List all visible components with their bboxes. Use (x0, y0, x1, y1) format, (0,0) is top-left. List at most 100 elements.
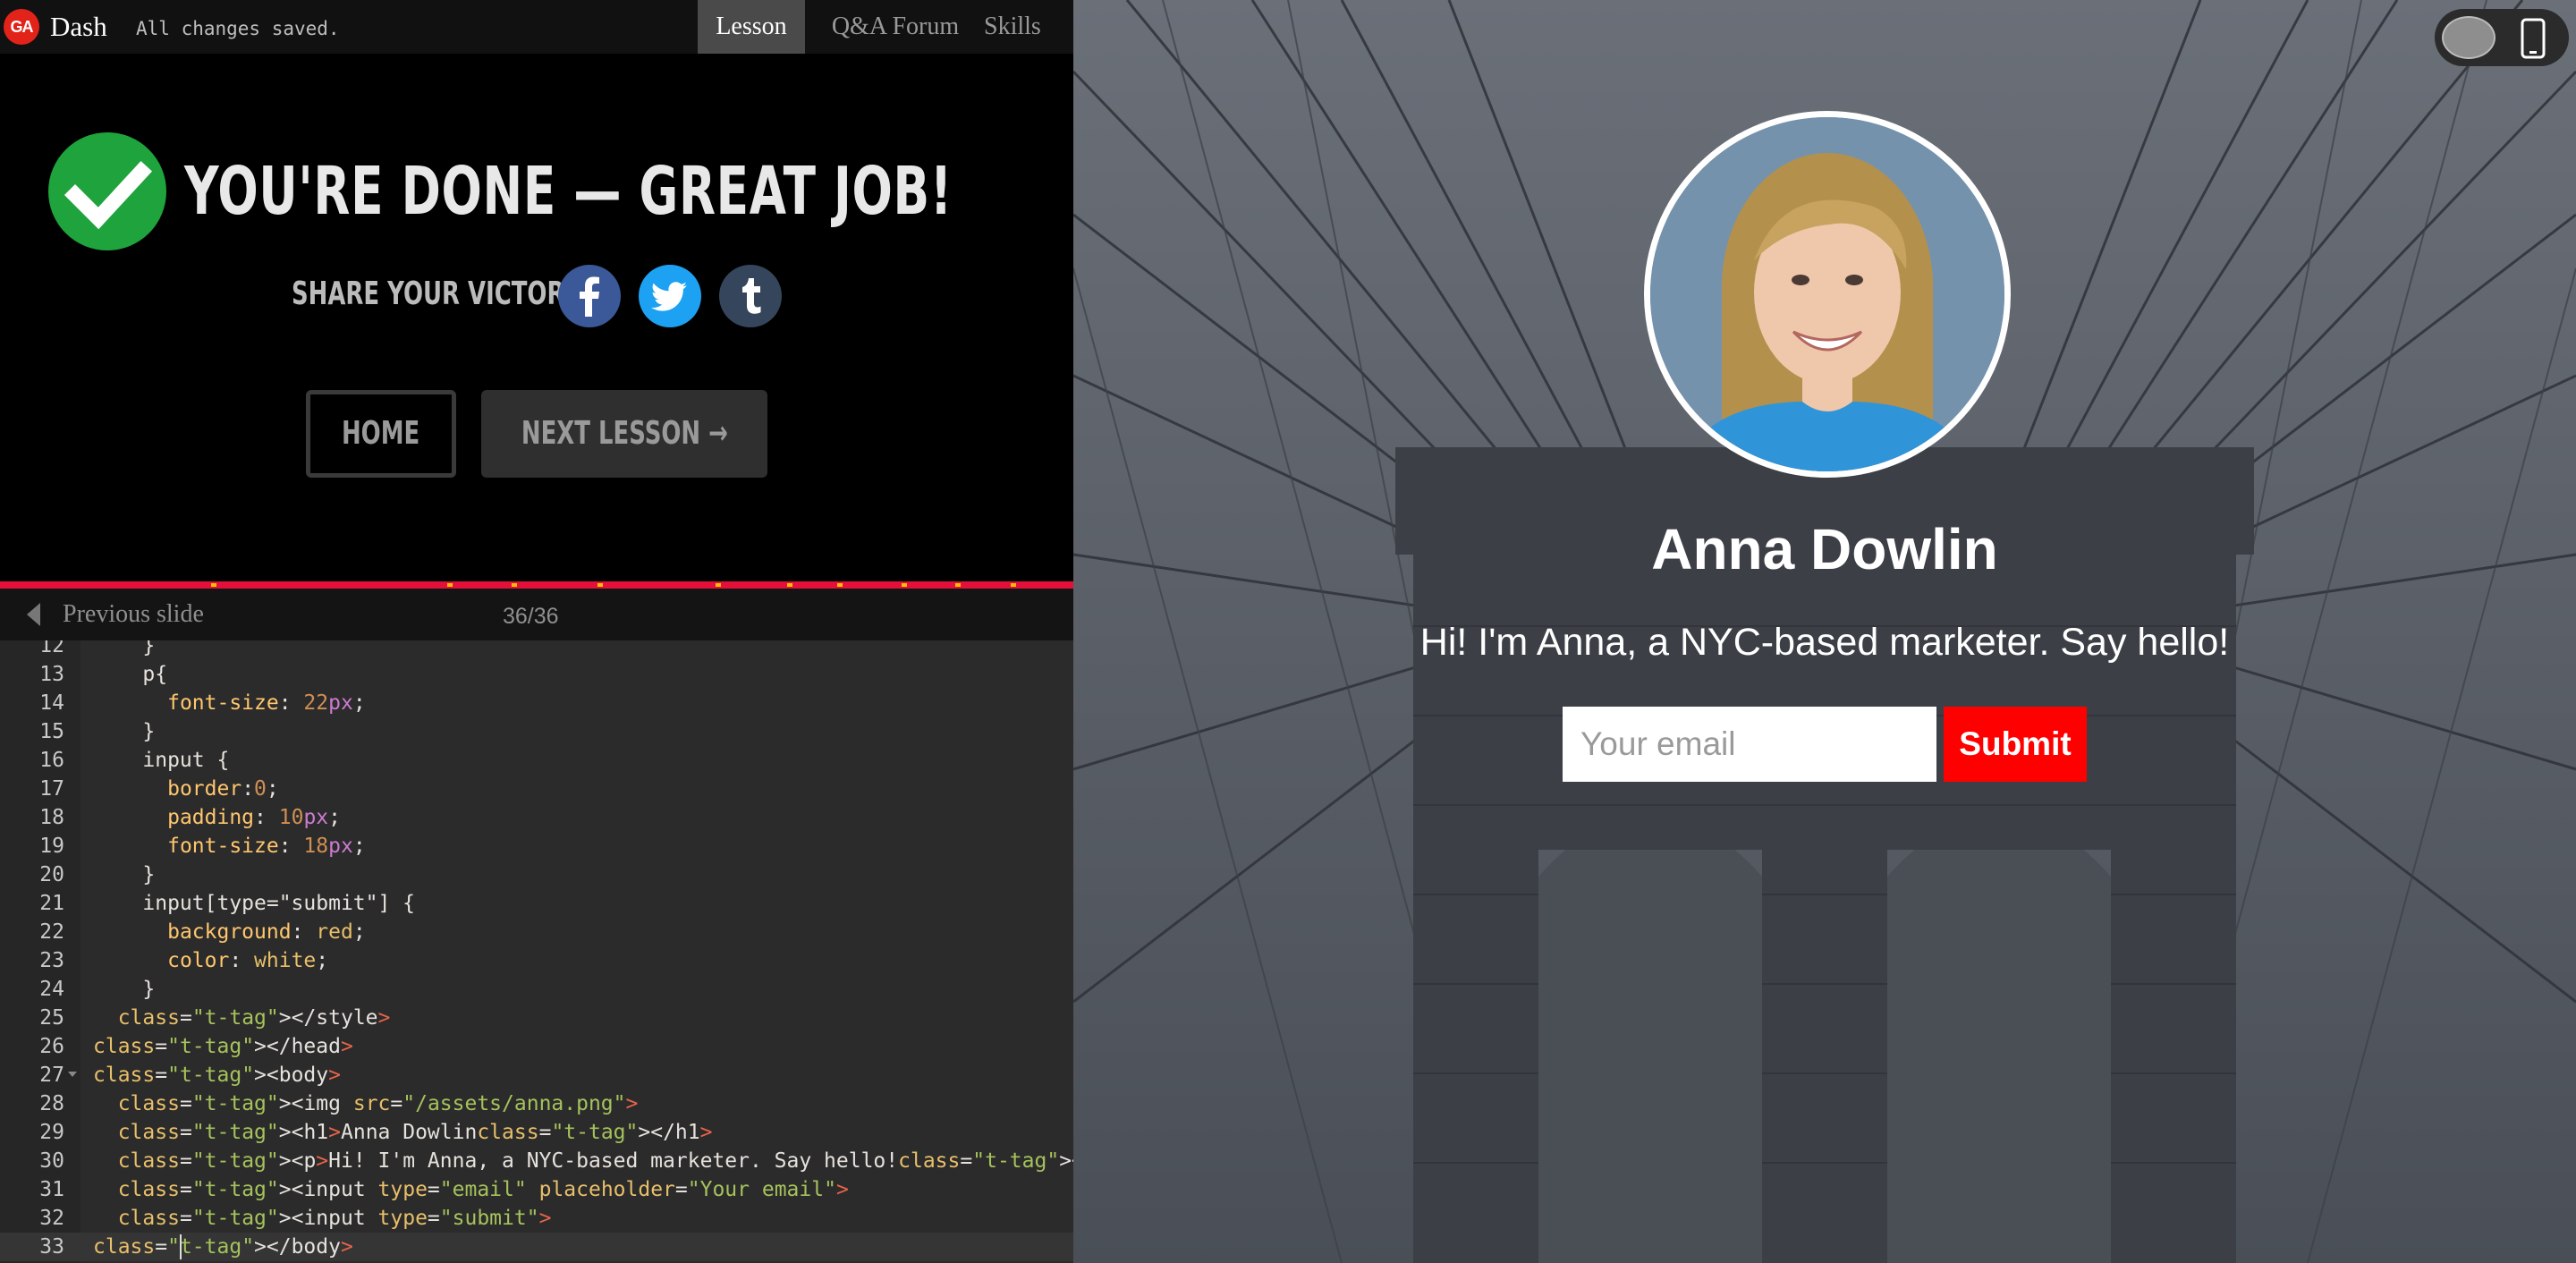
code-line[interactable]: 16 input { (0, 746, 1073, 775)
code-line[interactable]: 15 } (0, 717, 1073, 746)
code-line[interactable]: 24 } (0, 975, 1073, 1004)
code-text: border:0; (167, 777, 279, 801)
code-text: class="t-tag"><input type="submit"> (117, 1207, 552, 1230)
share-label: SHARE YOUR VICTORY: (292, 275, 588, 312)
line-number: 28 (39, 1092, 64, 1115)
code-line[interactable]: 26 class="t-tag"></head> (0, 1032, 1073, 1061)
home-button[interactable]: HOME (306, 390, 456, 478)
code-line[interactable]: 18 padding: 10px; (0, 803, 1073, 832)
code-text: class="t-tag"></head> (93, 1035, 353, 1058)
app-title: Dash (50, 11, 107, 42)
slide-counter: 36/36 (503, 604, 559, 629)
tumblr-icon[interactable] (719, 265, 782, 327)
code-line[interactable]: 29 class="t-tag"><h1>Anna Dowlinclass="t… (0, 1118, 1073, 1147)
phone-icon[interactable] (2521, 18, 2546, 59)
code-line[interactable]: 30 class="t-tag"><p>Hi! I'm Anna, a NYC-… (0, 1147, 1073, 1175)
code-text: } (93, 863, 156, 886)
progress-tick (837, 583, 843, 587)
code-text: input { (93, 749, 230, 772)
progress-tick (787, 583, 792, 587)
line-number: 33 (39, 1235, 64, 1259)
code-text: class="t-tag"></style> (117, 1006, 391, 1030)
code-text: class="t-tag"><img src="/assets/anna.png… (117, 1092, 639, 1115)
line-number: 21 (39, 892, 64, 915)
line-number: 14 (39, 691, 64, 715)
profile-bio: Hi! I'm Anna, a NYC-based marketer. Say … (1419, 621, 2230, 664)
line-number: 17 (39, 777, 64, 801)
code-line[interactable]: 27 class="t-tag"><body> (0, 1061, 1073, 1089)
progress-tick (955, 583, 961, 587)
tab-lesson[interactable]: Lesson (698, 0, 805, 54)
code-editor[interactable]: 12 } 13 p{14 font-size: 22px; 15 } 16 input… (0, 640, 1073, 1263)
live-preview-pane: Anna Dowlin Hi! I'm Anna, a NYC-based ma… (1073, 0, 2576, 1263)
lesson-pane: GA Dash All changes saved. Lesson Q&A Fo… (0, 0, 1073, 1263)
code-text: class="t-tag"></body> (93, 1235, 353, 1259)
fold-arrow-icon[interactable] (68, 1072, 77, 1077)
code-line[interactable]: 14 font-size: 22px; (0, 689, 1073, 717)
code-line[interactable]: 28 class="t-tag"><img src="/assets/anna.… (0, 1089, 1073, 1118)
code-text: } (93, 720, 156, 743)
line-number: 30 (39, 1149, 64, 1173)
progress-tick (716, 583, 721, 587)
lesson-progress-bar (0, 581, 1073, 589)
facebook-icon[interactable] (558, 265, 621, 327)
code-text: font-size: 22px; (167, 691, 366, 715)
code-line[interactable]: 25 class="t-tag"></style> (0, 1004, 1073, 1032)
submit-button[interactable]: Submit (1944, 707, 2087, 782)
line-number: 18 (39, 806, 64, 829)
line-number: 26 (39, 1035, 64, 1058)
code-line[interactable]: 32 class="t-tag"><input type="submit"> (0, 1204, 1073, 1233)
code-line[interactable]: 31 class="t-tag"><input type="email" pla… (0, 1175, 1073, 1204)
line-number: 15 (39, 720, 64, 743)
home-button-label: HOME (342, 415, 420, 452)
code-line[interactable]: 22 background: red; (0, 918, 1073, 946)
line-number: 32 (39, 1207, 64, 1230)
code-line[interactable]: 23 color: white; (0, 946, 1073, 975)
progress-tick (902, 583, 907, 587)
code-text: class="t-tag"><h1>Anna Dowlinclass="t-ta… (117, 1121, 713, 1144)
code-text: color: white; (167, 949, 329, 972)
code-line[interactable]: 33 class="t-tag"></body> (0, 1233, 1073, 1261)
line-number: 29 (39, 1121, 64, 1144)
line-number: 25 (39, 1006, 64, 1030)
line-number: 31 (39, 1178, 64, 1201)
progress-tick (211, 583, 216, 587)
code-text: padding: 10px; (167, 806, 341, 829)
line-number: 12 (39, 640, 64, 657)
code-text: } (93, 978, 156, 1001)
line-number: 27 (39, 1064, 64, 1087)
code-text: class="t-tag"><p>Hi! I'm Anna, a NYC-bas… (117, 1149, 1073, 1173)
code-line[interactable]: 12 } (0, 640, 1073, 660)
code-line[interactable]: 19 font-size: 18px; (0, 832, 1073, 860)
slide-navigation: Previous slide 36/36 (0, 589, 1073, 640)
tab-skills[interactable]: Skills (984, 0, 1073, 54)
line-number: 24 (39, 978, 64, 1001)
chevron-left-icon[interactable] (27, 603, 40, 626)
code-line[interactable]: 20 } (0, 860, 1073, 889)
tab-qa-forum[interactable]: Q&A Forum (816, 0, 975, 54)
code-line[interactable]: 13 p{ (0, 660, 1073, 689)
progress-tick (447, 583, 453, 587)
top-bar: GA Dash All changes saved. Lesson Q&A Fo… (0, 0, 1073, 54)
code-text: background: red; (167, 920, 366, 944)
line-number: 16 (39, 749, 64, 772)
previous-slide-link[interactable]: Previous slide (63, 599, 204, 630)
line-number: 13 (39, 663, 64, 686)
code-text: p{ (93, 663, 168, 686)
code-text: input[type="submit"] { (93, 892, 416, 915)
progress-tick (1011, 583, 1016, 587)
completion-panel: YOU'RE DONE — GREAT JOB! SHARE YOUR VICT… (0, 54, 1073, 585)
code-line[interactable]: 21 input[type="submit"] { (0, 889, 1073, 918)
twitter-icon[interactable] (639, 265, 701, 327)
view-toggle[interactable] (2435, 9, 2569, 66)
line-number: 22 (39, 920, 64, 944)
email-input[interactable] (1563, 707, 1936, 782)
code-line[interactable]: 17 border:0; (0, 775, 1073, 803)
ga-logo[interactable]: GA (4, 9, 39, 45)
profile-name: Anna Dowlin (1651, 517, 1998, 581)
completion-title: YOU'RE DONE — GREAT JOB! (184, 153, 953, 230)
desktop-view-toggle[interactable] (2442, 16, 2496, 59)
next-lesson-button-label: NEXT LESSON → (521, 415, 728, 452)
next-lesson-button[interactable]: NEXT LESSON → (481, 390, 767, 478)
line-number: 23 (39, 949, 64, 972)
